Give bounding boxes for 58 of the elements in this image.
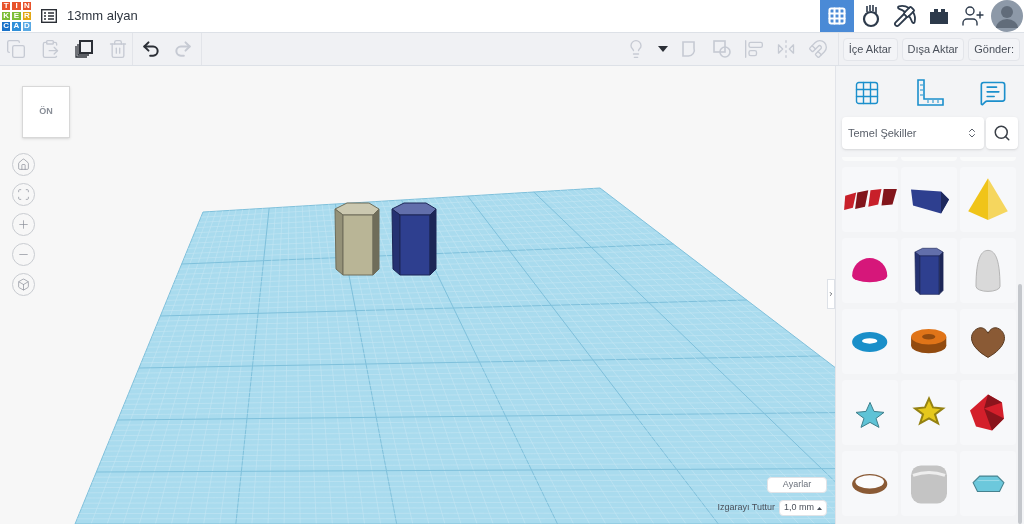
undo-icon[interactable] (141, 39, 161, 59)
shape-tile[interactable] (960, 167, 1016, 232)
home-icon (17, 158, 30, 171)
view-control-button[interactable] (12, 243, 35, 266)
logo-letter: T (1, 0, 12, 11)
ruler-icon[interactable] (915, 78, 945, 108)
view-control-button[interactable] (12, 213, 35, 236)
duplicate-icon[interactable] (74, 39, 94, 59)
brick-icon (927, 8, 951, 24)
action-button[interactable]: Dışa Aktar (901, 37, 965, 61)
sort-arrows-icon (966, 127, 978, 139)
shape-tile[interactable] (960, 451, 1016, 516)
shape-tile[interactable] (842, 309, 898, 374)
shape-tile[interactable] (960, 380, 1016, 445)
pickaxe-icon (893, 4, 917, 28)
shape-tile[interactable] (842, 380, 898, 445)
circuit-icon (860, 4, 882, 28)
shape-tile[interactable] (901, 451, 957, 516)
view-control-button[interactable] (12, 183, 35, 206)
shape-tile[interactable] (842, 238, 898, 303)
cube-icon (17, 278, 30, 291)
design-title[interactable]: 13mm alyan (67, 6, 138, 26)
caret-icon[interactable] (657, 46, 668, 52)
nav-button[interactable] (990, 0, 1024, 32)
note-icon[interactable] (979, 79, 1007, 107)
logo-letter: A (11, 21, 22, 32)
caret-icon (817, 506, 822, 510)
view-control-button[interactable] (12, 273, 35, 296)
search-icon (993, 124, 1011, 142)
snap-grid-label: Izgarayı Tuttur (717, 501, 775, 515)
snap-grid-select[interactable]: 1,0 mm (779, 500, 827, 516)
shape-tile[interactable] (901, 238, 957, 303)
shape-tile[interactable] (960, 238, 1016, 303)
view-cube-label: ÖN (39, 105, 53, 119)
shape-tile[interactable] (901, 309, 957, 374)
search-button[interactable] (986, 117, 1018, 149)
view-control-button[interactable] (12, 153, 35, 176)
zoom-in-icon (17, 218, 30, 231)
action-button[interactable]: Gönder: (968, 37, 1020, 61)
shape-tile[interactable] (842, 451, 898, 516)
grid-icon (827, 6, 847, 26)
shape-tile[interactable] (842, 167, 898, 232)
fit-view-icon (17, 188, 30, 201)
shape-tile[interactable] (901, 167, 957, 232)
workplane-icon[interactable] (853, 79, 881, 107)
library-select[interactable]: Temel Şekiller (842, 117, 984, 149)
collapse-tab[interactable] (827, 279, 835, 309)
shape-tile[interactable] (960, 309, 1016, 374)
logo-letter: N (21, 0, 32, 11)
logo-letter: I (11, 0, 22, 11)
logo-letter: D (21, 21, 32, 32)
chevron-right-icon (828, 290, 834, 298)
list-icon[interactable] (41, 9, 57, 23)
add-user-icon (961, 4, 985, 28)
action-button[interactable]: İçe Aktar (842, 37, 898, 61)
avatar-icon (991, 0, 1023, 32)
scrollbar-thumb[interactable] (1018, 284, 1022, 524)
shape-tile[interactable] (901, 380, 957, 445)
